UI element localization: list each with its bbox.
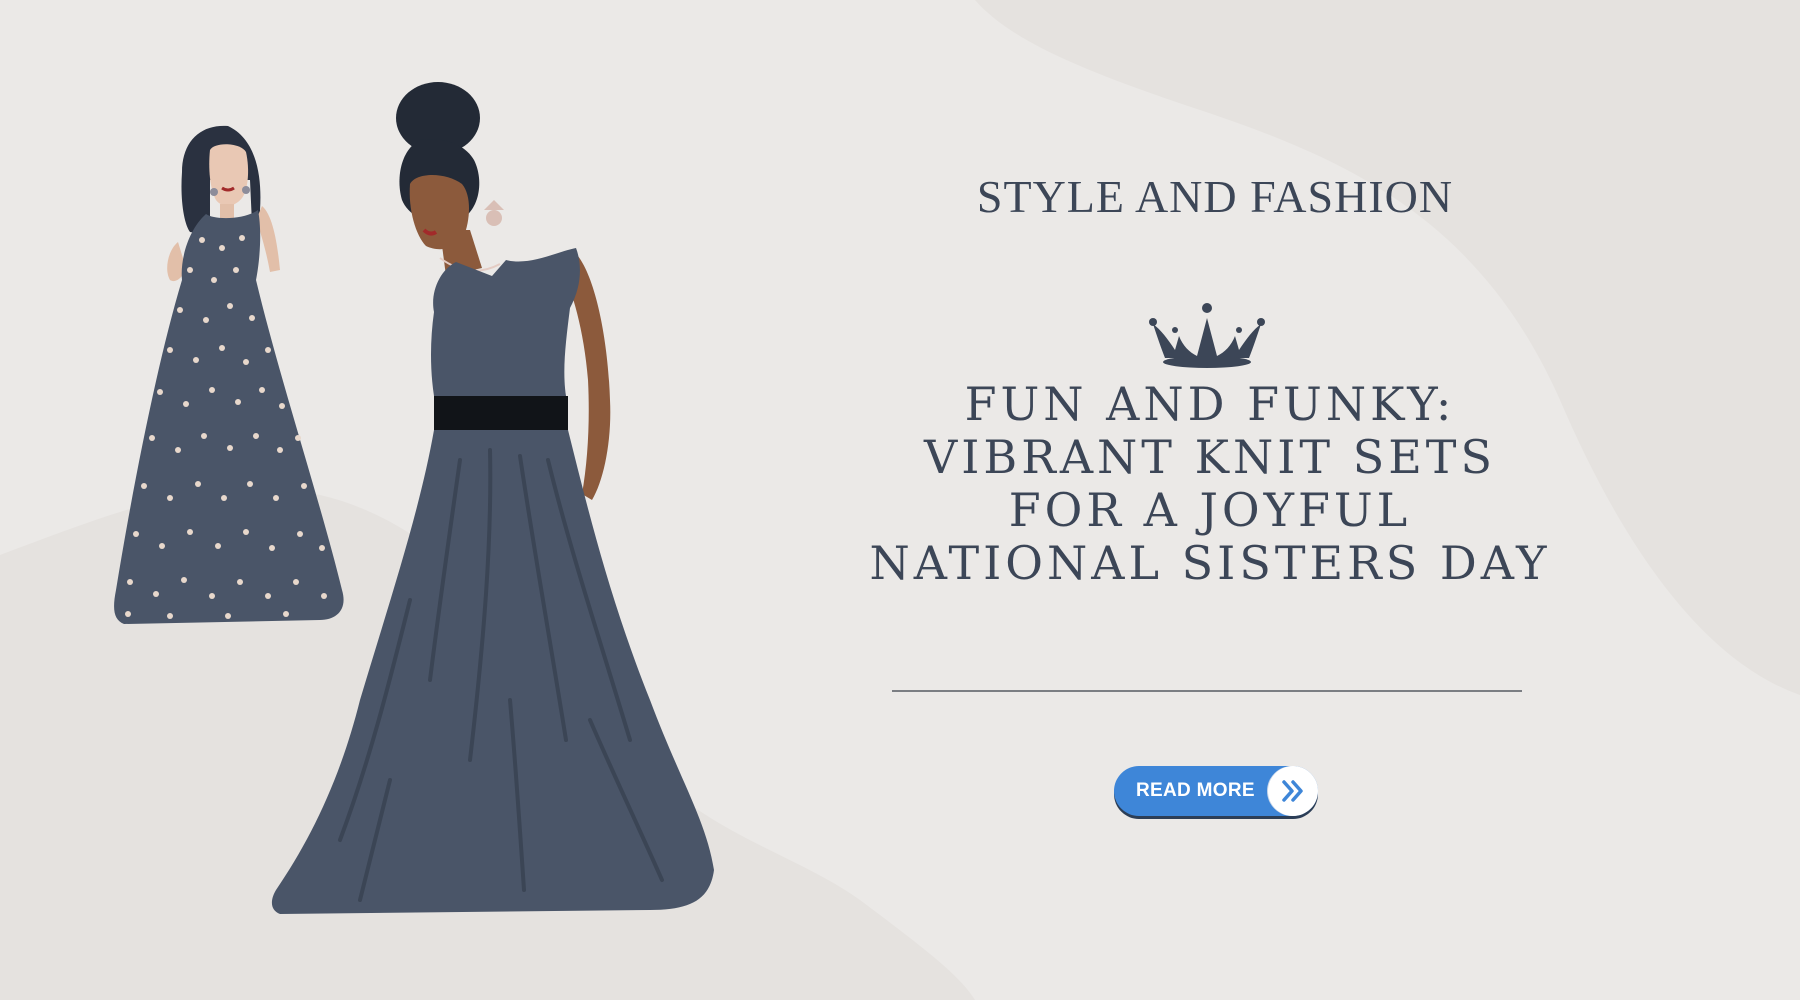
blog-banner: STYLE AND FASHION FUN AND FUNKY: VIBRANT…	[0, 0, 1800, 1000]
headline-line: FUN AND FUNKY:	[964, 377, 1456, 431]
headline: FUN AND FUNKY: VIBRANT KNIT SETS FOR A J…	[820, 378, 1600, 590]
headline-line: VIBRANT KNIT SETS	[924, 430, 1496, 484]
woman-draped-gown-illustration	[271, 82, 714, 914]
headline-line: NATIONAL SISTERS DAY	[869, 536, 1551, 590]
category-label: STYLE AND FASHION	[976, 171, 1454, 222]
read-more-button[interactable]: READ MORE	[1114, 766, 1318, 816]
read-more-label: READ MORE	[1136, 780, 1255, 801]
divider-line	[892, 690, 1522, 692]
read-more-arrow-circle[interactable]	[1268, 766, 1318, 816]
headline-line: FOR A JOYFUL	[1008, 483, 1412, 537]
crown-icon	[1149, 303, 1265, 368]
double-chevron-right-icon	[1282, 780, 1303, 802]
